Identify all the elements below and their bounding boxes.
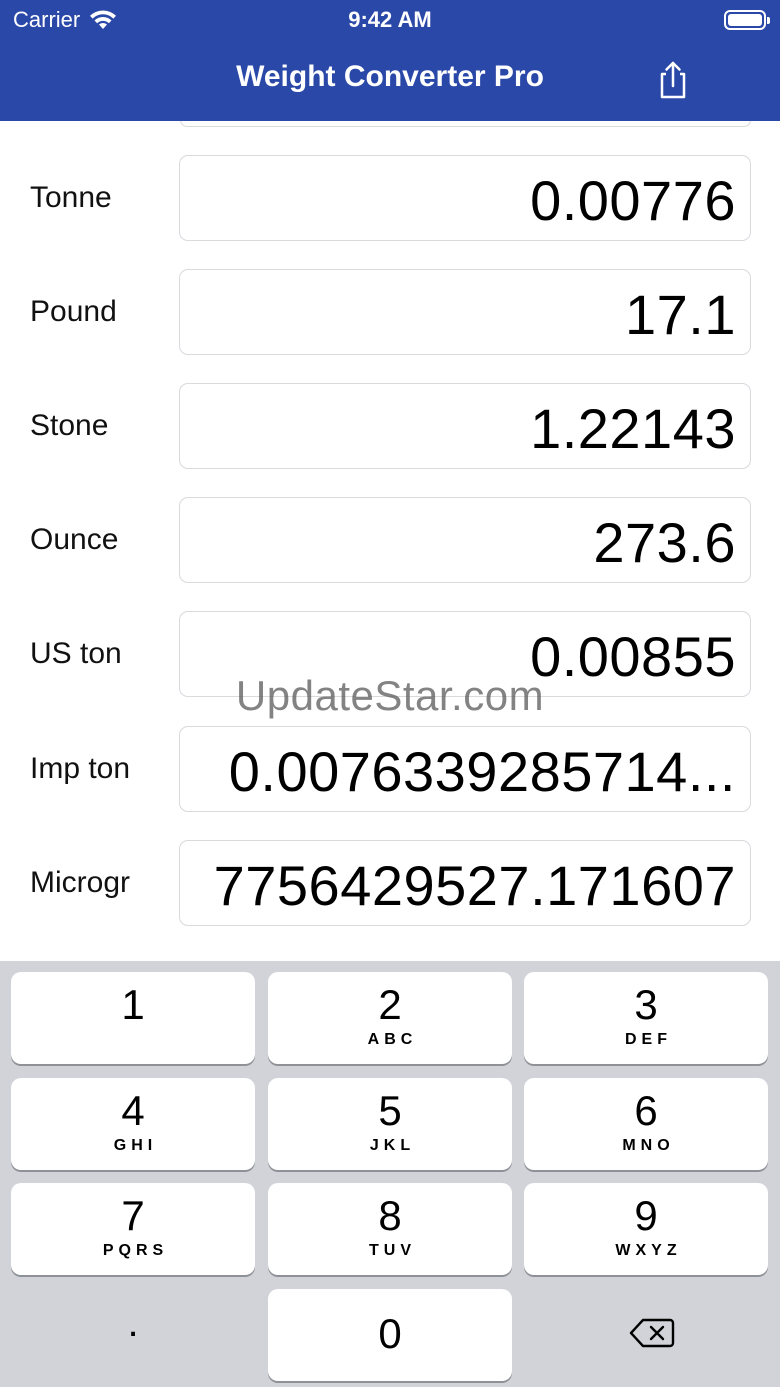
unit-label: Microgr [30,866,131,899]
key-3[interactable]: 3 DEF [524,972,768,1064]
key-letters: JKL [369,1137,416,1154]
key-digit: 6 [634,1087,658,1134]
key-digit: 5 [378,1087,402,1134]
key-digit: 8 [378,1192,402,1239]
key-6[interactable]: 6 MNO [524,1078,768,1170]
key-letters: WXYZ [615,1242,682,1259]
field-value: 273.6 [593,511,736,574]
field-value: 1.22143 [530,397,736,460]
unit-label: Tonne [30,181,112,214]
key-digit: 2 [378,981,402,1028]
key-7[interactable]: 7 PQRS [11,1183,255,1275]
status-time: 9:42 AM [348,7,432,32]
ounce-field[interactable]: 273.6 [179,497,751,583]
decimal-key[interactable]: . [11,1289,255,1381]
backspace-icon[interactable] [629,1317,675,1349]
key-digit: 1 [121,981,145,1028]
key-9[interactable]: 9 WXYZ [524,1183,768,1275]
imp-ton-field[interactable]: 0.0076339285714... [179,726,751,812]
row-stone: Stone 1.22143 [0,383,780,469]
key-letters: PQRS [102,1242,169,1259]
key-5[interactable]: 5 JKL [268,1078,512,1170]
key-letters: TUV [369,1242,416,1259]
unit-label: Stone [30,409,109,442]
key-letters: GHI [113,1137,158,1154]
key-2[interactable]: 2 ABC [268,972,512,1064]
numeric-keypad: 1 2 ABC 3 DEF 4 GHI 5 JKL 6 MNO 7 PQRS 8… [0,961,780,1387]
row-tonne: Tonne 0.00776 [0,155,780,241]
field-value: 0.00776 [530,169,736,232]
battery-icon [724,10,770,30]
key-letters: DEF [625,1031,672,1048]
pound-field[interactable]: 17.1 [179,269,751,355]
key-digit: 0 [378,1310,402,1357]
status-bar: Carrier 9:42 AM [0,0,780,40]
unit-label: Pound [30,295,117,328]
key-4[interactable]: 4 GHI [11,1078,255,1170]
navigation-bar: Carrier 9:42 AM Weight Converter Pro [0,0,780,121]
unit-label: US ton [30,637,122,670]
tonne-field[interactable]: 0.00776 [179,155,751,241]
key-0[interactable]: 0 [268,1289,512,1381]
key-digit: 7 [121,1192,145,1239]
row-pound: Pound 17.1 [0,269,780,355]
unit-label: Ounce [30,523,119,556]
field-value: 17.1 [625,283,736,346]
key-digit: 3 [634,981,658,1028]
field-value: 0.00855 [530,625,736,688]
share-icon[interactable] [656,60,690,100]
key-1[interactable]: 1 [11,972,255,1064]
key-digit: 4 [121,1087,145,1134]
microgram-field[interactable]: 7756429527.171607 [179,840,751,926]
key-letters: ABC [367,1031,418,1048]
row-imp-ton: Imp ton 0.0076339285714... [0,726,780,812]
key-digit: 9 [634,1192,658,1239]
unit-label: Imp ton [30,752,131,785]
field-value: 0.0076339285714... [228,740,736,803]
us-ton-field[interactable]: 0.00855 [179,611,751,697]
row-microgram: Microgr 7756429527.171607 [0,840,780,926]
row-ounce: Ounce 273.6 [0,497,780,583]
stone-field[interactable]: 1.22143 [179,383,751,469]
row-us-ton: US ton 0.00855 [0,611,780,697]
field-value: 7756429527.171607 [213,854,736,917]
key-8[interactable]: 8 TUV [268,1183,512,1275]
key-letters: MNO [622,1137,675,1154]
conversion-list[interactable]: Tonne 0.00776 Pound 17.1 Stone 1.22143 O… [0,121,780,961]
decimal-label: . [127,1301,139,1345]
previous-field-edge [180,121,751,127]
